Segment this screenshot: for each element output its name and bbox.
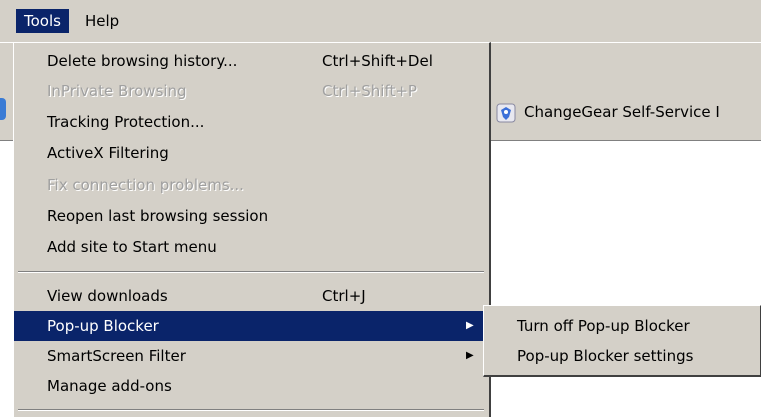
menu-item-activex-filtering[interactable]: ActiveX Filtering xyxy=(14,138,488,168)
menu-item-label: Pop-up Blocker xyxy=(47,317,159,335)
favorite-label: ChangeGear Self-Service I xyxy=(524,103,720,121)
menu-item-shortcut: Ctrl+J xyxy=(322,287,366,305)
menu-item-smartscreen[interactable]: SmartScreen Filter ▶ xyxy=(14,341,488,371)
menu-item-fix-connection: Fix connection problems... xyxy=(14,170,488,200)
submenu-arrow-icon: ▶ xyxy=(466,350,474,361)
menu-bar: Tools Help xyxy=(0,0,761,43)
menu-separator xyxy=(18,409,484,411)
changegear-icon xyxy=(496,103,516,123)
menu-item-delete-history[interactable]: Delete browsing history... Ctrl+Shift+De… xyxy=(14,46,488,76)
submenu-item-turn-off-popup-blocker[interactable]: Turn off Pop-up Blocker xyxy=(484,311,760,341)
menu-item-reopen-session[interactable]: Reopen last browsing session xyxy=(14,201,488,231)
menu-item-label: ActiveX Filtering xyxy=(47,144,169,162)
menu-item-inprivate: InPrivate Browsing Ctrl+Shift+P xyxy=(14,76,488,106)
menu-item-label: InPrivate Browsing xyxy=(47,82,187,100)
submenu-item-label: Turn off Pop-up Blocker xyxy=(517,317,690,335)
menu-item-label: SmartScreen Filter xyxy=(47,347,186,365)
menu-item-label: Reopen last browsing session xyxy=(47,207,269,225)
menu-item-label: Delete browsing history... xyxy=(47,52,238,70)
submenu-item-popup-blocker-settings[interactable]: Pop-up Blocker settings xyxy=(484,341,760,371)
menu-item-label: Add site to Start menu xyxy=(47,238,217,256)
menu-item-label: Tracking Protection... xyxy=(47,113,205,131)
popup-blocker-submenu: Turn off Pop-up Blocker Pop-up Blocker s… xyxy=(483,305,761,377)
menu-item-tracking-protection[interactable]: Tracking Protection... xyxy=(14,107,488,137)
menu-item-label: Manage add-ons xyxy=(47,377,172,395)
menu-item-popup-blocker[interactable]: Pop-up Blocker ▶ xyxy=(14,311,488,341)
menu-tools[interactable]: Tools xyxy=(16,9,69,33)
favorite-link[interactable]: ChangeGear Self-Service I xyxy=(496,100,720,124)
menu-item-label: View downloads xyxy=(47,287,168,305)
menu-item-add-to-start[interactable]: Add site to Start menu xyxy=(14,232,488,262)
menu-item-label: Fix connection problems... xyxy=(47,176,244,194)
menu-item-shortcut: Ctrl+Shift+Del xyxy=(322,52,433,70)
submenu-arrow-icon: ▶ xyxy=(466,320,474,331)
submenu-item-label: Pop-up Blocker settings xyxy=(517,347,694,365)
browser-icon xyxy=(0,98,6,120)
tools-dropdown-menu: Delete browsing history... Ctrl+Shift+De… xyxy=(13,42,491,417)
menu-help[interactable]: Help xyxy=(77,9,127,33)
menu-separator xyxy=(18,271,484,273)
menu-item-shortcut: Ctrl+Shift+P xyxy=(322,82,417,100)
menu-item-manage-addons[interactable]: Manage add-ons xyxy=(14,371,488,401)
menu-item-view-downloads[interactable]: View downloads Ctrl+J xyxy=(14,281,488,311)
